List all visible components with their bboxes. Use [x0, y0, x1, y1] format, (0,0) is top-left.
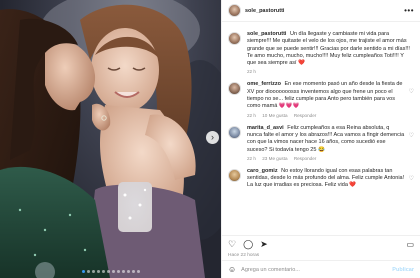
comment-time: 22 h	[247, 112, 256, 118]
commenter-avatar[interactable]	[228, 125, 241, 139]
post-actions: ♡ ◯ ➤ ▭ Hace 22 horas	[222, 235, 420, 259]
reply-link[interactable]: Responder	[294, 113, 316, 118]
comment-meta: 22 h	[247, 69, 414, 74]
comments-list: sole_pastorutti Un día llegaste y cambia…	[222, 23, 420, 235]
carousel-dot[interactable]	[91, 270, 95, 273]
carousel-dot[interactable]	[111, 270, 115, 273]
carousel-dot[interactable]	[136, 270, 140, 273]
post-header: sole_pastorutti •••	[222, 0, 420, 22]
author-avatar[interactable]	[228, 4, 241, 17]
carousel-dot[interactable]	[86, 270, 90, 273]
comment-meta: 22 h 10 Me gusta Responder	[247, 113, 405, 118]
comment-likes[interactable]: 23 Me gusta	[262, 156, 287, 161]
comment-username[interactable]: caro_gomiz	[247, 168, 278, 174]
add-comment-bar: ☺ Publicar	[222, 260, 420, 278]
comment-input[interactable]	[241, 266, 393, 273]
comment: marita_d_asvi Feliz cumpleaños a esa Rei…	[228, 125, 414, 161]
comment-username[interactable]: sole_pastorutti	[247, 31, 286, 37]
carousel-dots	[0, 270, 221, 273]
publish-button[interactable]: Publicar	[392, 267, 414, 273]
carousel-dot[interactable]	[131, 270, 135, 273]
bookmark-icon[interactable]: ▭	[406, 240, 414, 249]
carousel-dot[interactable]	[106, 270, 110, 273]
comment-username[interactable]: ome_ferrizzo	[247, 81, 281, 87]
comment-meta: 22 h 23 Me gusta Responder	[247, 156, 405, 161]
carousel-dot[interactable]	[121, 270, 125, 273]
comment-username[interactable]: marita_d_asvi	[247, 125, 284, 131]
carousel-dot[interactable]	[81, 270, 85, 273]
comment-heart-icon[interactable]: ♡	[409, 88, 414, 117]
carousel-dot[interactable]	[96, 270, 100, 273]
commenter-avatar[interactable]	[228, 32, 241, 45]
reply-link[interactable]: Responder	[294, 156, 316, 161]
comment: caro_gomiz No estoy llorando igual con e…	[228, 168, 414, 190]
like-heart-icon[interactable]: ♡	[228, 239, 236, 250]
comment-likes[interactable]: 10 Me gusta	[262, 113, 287, 118]
emoji-icon[interactable]: ☺	[228, 265, 236, 274]
post-photo[interactable]: ›	[0, 0, 221, 278]
post-sidebar: sole_pastorutti ••• sole_pastorutti Un d…	[221, 0, 420, 278]
comment-time: 22 h	[247, 69, 256, 75]
comment-heart-icon[interactable]: ♡	[409, 175, 414, 190]
carousel-dot[interactable]	[126, 270, 130, 273]
more-icon[interactable]: •••	[404, 6, 414, 15]
commenter-avatar[interactable]	[228, 168, 241, 182]
share-send-icon[interactable]: ➤	[260, 239, 268, 250]
carousel-dot[interactable]	[101, 270, 105, 273]
photo-illustration	[0, 0, 221, 278]
comment-time: 22 h	[247, 155, 256, 161]
post-timestamp: Hace 22 horas	[228, 253, 260, 258]
comment-bubble-icon[interactable]: ◯	[243, 239, 253, 250]
next-image-button[interactable]: ›	[206, 131, 219, 144]
comment-heart-icon[interactable]: ♡	[409, 132, 414, 161]
author-username[interactable]: sole_pastorutti	[245, 8, 284, 14]
caption: sole_pastorutti Un día llegaste y cambia…	[228, 31, 414, 74]
carousel-dot[interactable]	[116, 270, 120, 273]
comment: ome_ferrizzo En ese momento pasó un año …	[228, 81, 414, 118]
commenter-avatar[interactable]	[228, 82, 241, 96]
